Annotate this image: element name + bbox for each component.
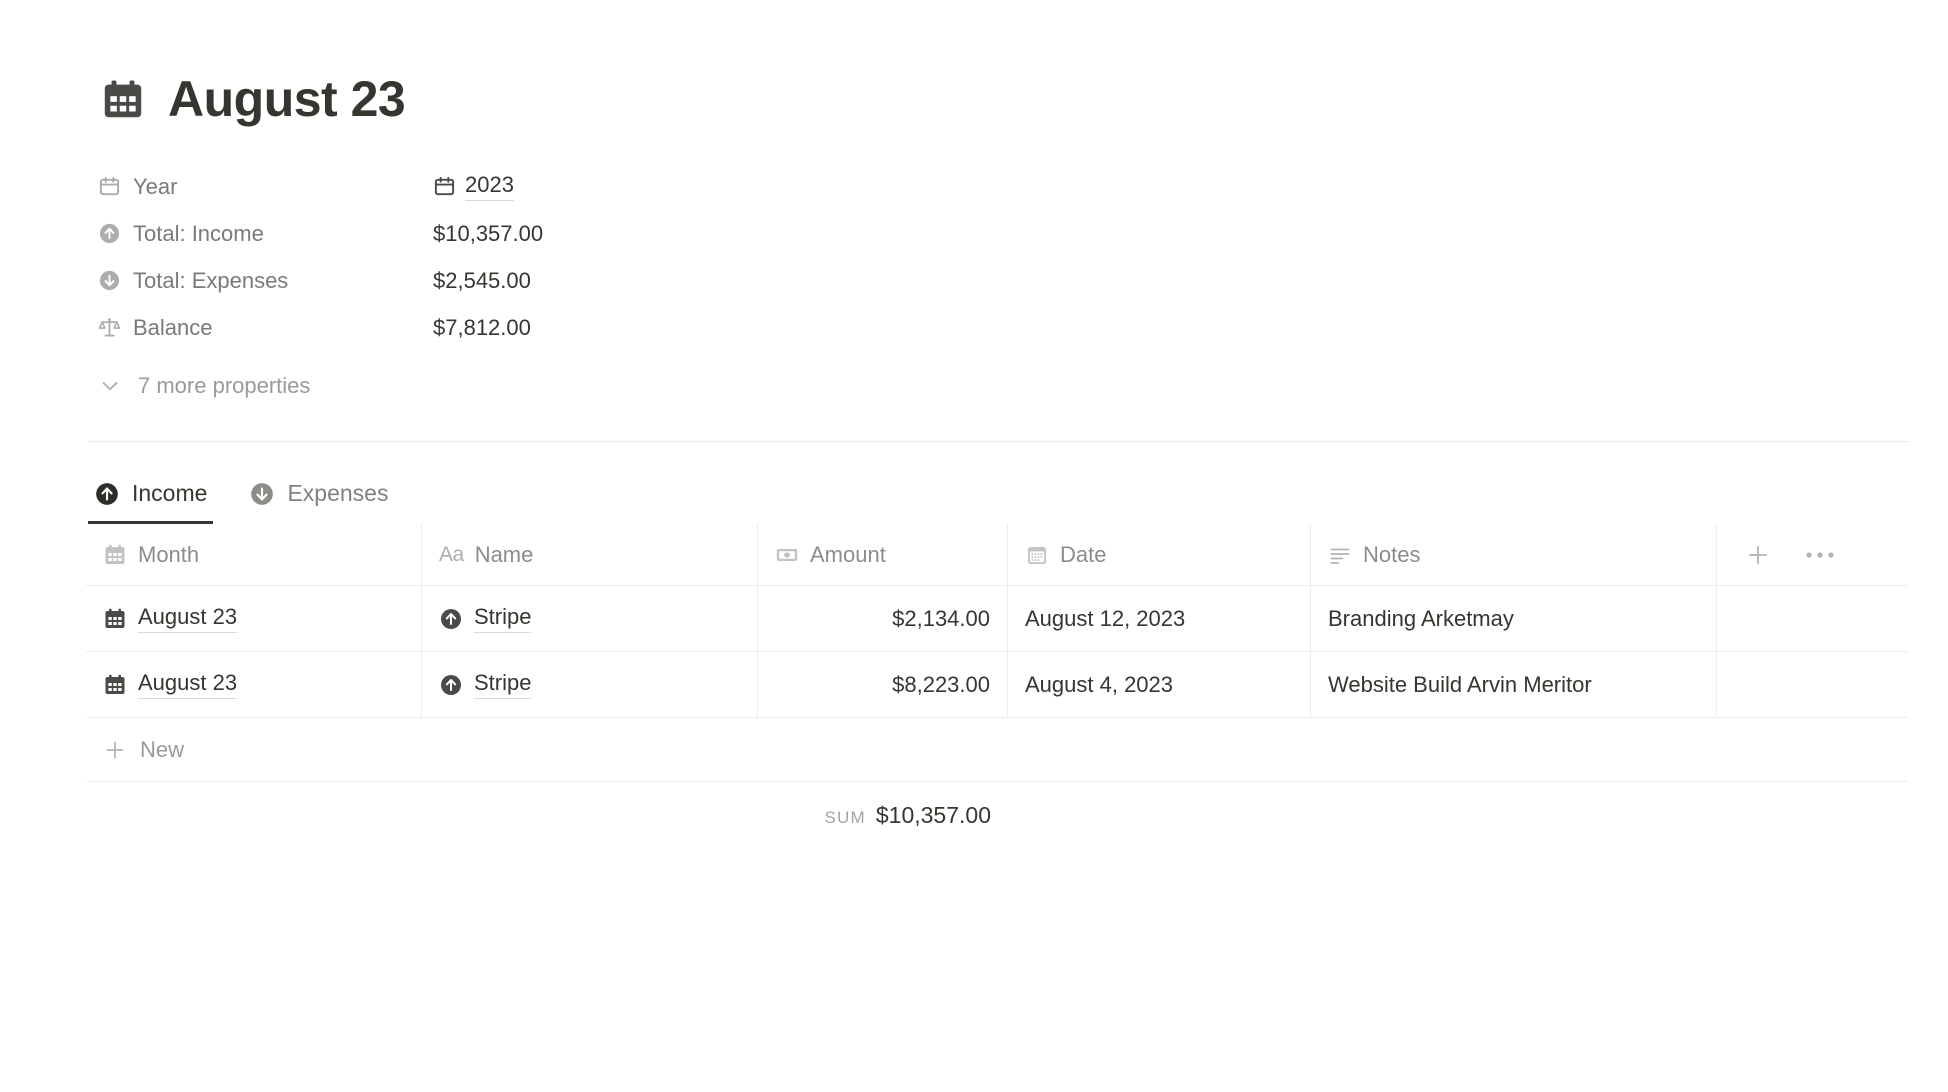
cell-name-link[interactable]: Stripe [474, 604, 532, 633]
chevron-down-icon [98, 374, 122, 398]
cell-month-link[interactable]: August 23 [138, 670, 238, 699]
cell-name[interactable]: Stripe [422, 652, 758, 717]
arrow-up-circle-icon [94, 481, 120, 507]
cell-name[interactable]: Stripe [422, 586, 758, 651]
property-label-total-income: Total: Income [98, 222, 433, 245]
calendar-table-icon [103, 673, 127, 697]
property-value-total-expenses: $2,545.00 [433, 267, 531, 293]
column-header-month[interactable]: Month [86, 524, 422, 585]
properties-list: Year 2023 Total: Income $10,357.00 Total… [0, 127, 1948, 351]
cell-date[interactable]: August 4, 2023 [1008, 652, 1311, 717]
scales-icon [98, 316, 121, 339]
page-header: August 23 [0, 0, 1948, 127]
property-name: Balance [133, 314, 213, 340]
relation-label: 2023 [465, 172, 514, 201]
property-value-balance: $7,812.00 [433, 314, 531, 340]
cell-empty [1717, 652, 1908, 717]
property-value-total-income: $10,357.00 [433, 220, 544, 246]
calendar-table-icon [103, 607, 127, 631]
aa-text-icon: Aa [439, 543, 464, 566]
more-properties-toggle[interactable]: 7 more properties [0, 351, 1948, 399]
sum-value: $10,357.00 [875, 801, 991, 828]
database-table: Month Aa Name Amount Date Notes August 2… [86, 524, 1908, 848]
column-header-label: Notes [1363, 541, 1421, 567]
column-header-label: Month [138, 541, 200, 567]
table-row[interactable]: August 23 Stripe $2,134.00 August 12, 20… [86, 586, 1908, 652]
cell-name-link[interactable]: Stripe [474, 670, 532, 699]
tab-label: Income [132, 480, 208, 506]
cell-date[interactable]: August 12, 2023 [1008, 586, 1311, 651]
calendar-icon [433, 175, 456, 198]
calendar-date-icon [1025, 543, 1049, 567]
text-lines-icon [1328, 543, 1352, 567]
arrow-up-circle-icon [98, 222, 121, 245]
banknote-icon [775, 543, 799, 567]
ellipsis-icon[interactable] [1805, 551, 1835, 559]
column-header-label: Amount [810, 541, 886, 567]
arrow-down-circle-icon [98, 269, 121, 292]
cell-month-link[interactable]: August 23 [138, 604, 238, 633]
relation-link-2023[interactable]: 2023 [433, 172, 514, 201]
arrow-up-circle-icon [439, 607, 463, 631]
new-row-button[interactable]: New [86, 718, 1908, 782]
tab-income[interactable]: Income [88, 476, 214, 524]
arrow-up-circle-icon [439, 673, 463, 697]
property-label-balance: Balance [98, 316, 433, 339]
table-row[interactable]: August 23 Stripe $8,223.00 August 4, 202… [86, 652, 1908, 718]
property-row-balance[interactable]: Balance $7,812.00 [98, 304, 1948, 351]
property-name: Year [133, 173, 178, 199]
sum-amount[interactable]: SUM $10,357.00 [758, 802, 1008, 829]
table-header-actions [1717, 524, 1908, 585]
database-tabs: Income Expenses [0, 442, 1948, 524]
property-label-total-expenses: Total: Expenses [98, 269, 433, 292]
cell-notes[interactable]: Website Build Arvin Meritor [1311, 652, 1717, 717]
new-row-label: New [140, 736, 185, 762]
page-title: August 23 [168, 71, 406, 127]
plus-icon [103, 738, 127, 762]
property-label-year: Year [98, 175, 433, 198]
property-name: Total: Expenses [133, 267, 289, 293]
property-value-year[interactable]: 2023 [433, 172, 514, 201]
tab-label: Expenses [287, 480, 389, 506]
cell-empty [1717, 586, 1908, 651]
column-header-name[interactable]: Aa Name [422, 524, 758, 585]
property-row-total-income[interactable]: Total: Income $10,357.00 [98, 210, 1948, 257]
cell-month[interactable]: August 23 [86, 586, 422, 651]
cell-amount[interactable]: $2,134.00 [758, 586, 1008, 651]
property-row-total-expenses[interactable]: Total: Expenses $2,545.00 [98, 257, 1948, 304]
calendar-icon [98, 175, 121, 198]
more-properties-label: 7 more properties [138, 373, 311, 398]
table-footer: SUM $10,357.00 [86, 782, 1908, 848]
table-header-row: Month Aa Name Amount Date Notes [86, 524, 1908, 586]
column-header-label: Name [474, 541, 534, 567]
column-header-notes[interactable]: Notes [1311, 524, 1717, 585]
column-header-label: Date [1060, 541, 1107, 567]
calendar-table-icon [103, 543, 127, 567]
cell-amount[interactable]: $8,223.00 [758, 652, 1008, 717]
cell-month[interactable]: August 23 [86, 652, 422, 717]
notion-page: August 23 Year 2023 Total: Income $10,35… [0, 0, 1948, 1092]
property-row-year[interactable]: Year 2023 [98, 163, 1948, 210]
column-header-date[interactable]: Date [1008, 524, 1311, 585]
plus-icon[interactable] [1745, 542, 1771, 568]
property-name: Total: Income [133, 220, 264, 246]
cell-notes[interactable]: Branding Arketmay [1311, 586, 1717, 651]
sum-label: SUM [824, 807, 866, 827]
calendar-table-icon [100, 77, 146, 123]
arrow-down-circle-icon [249, 481, 275, 507]
column-header-amount[interactable]: Amount [758, 524, 1008, 585]
tab-expenses[interactable]: Expenses [243, 476, 394, 524]
